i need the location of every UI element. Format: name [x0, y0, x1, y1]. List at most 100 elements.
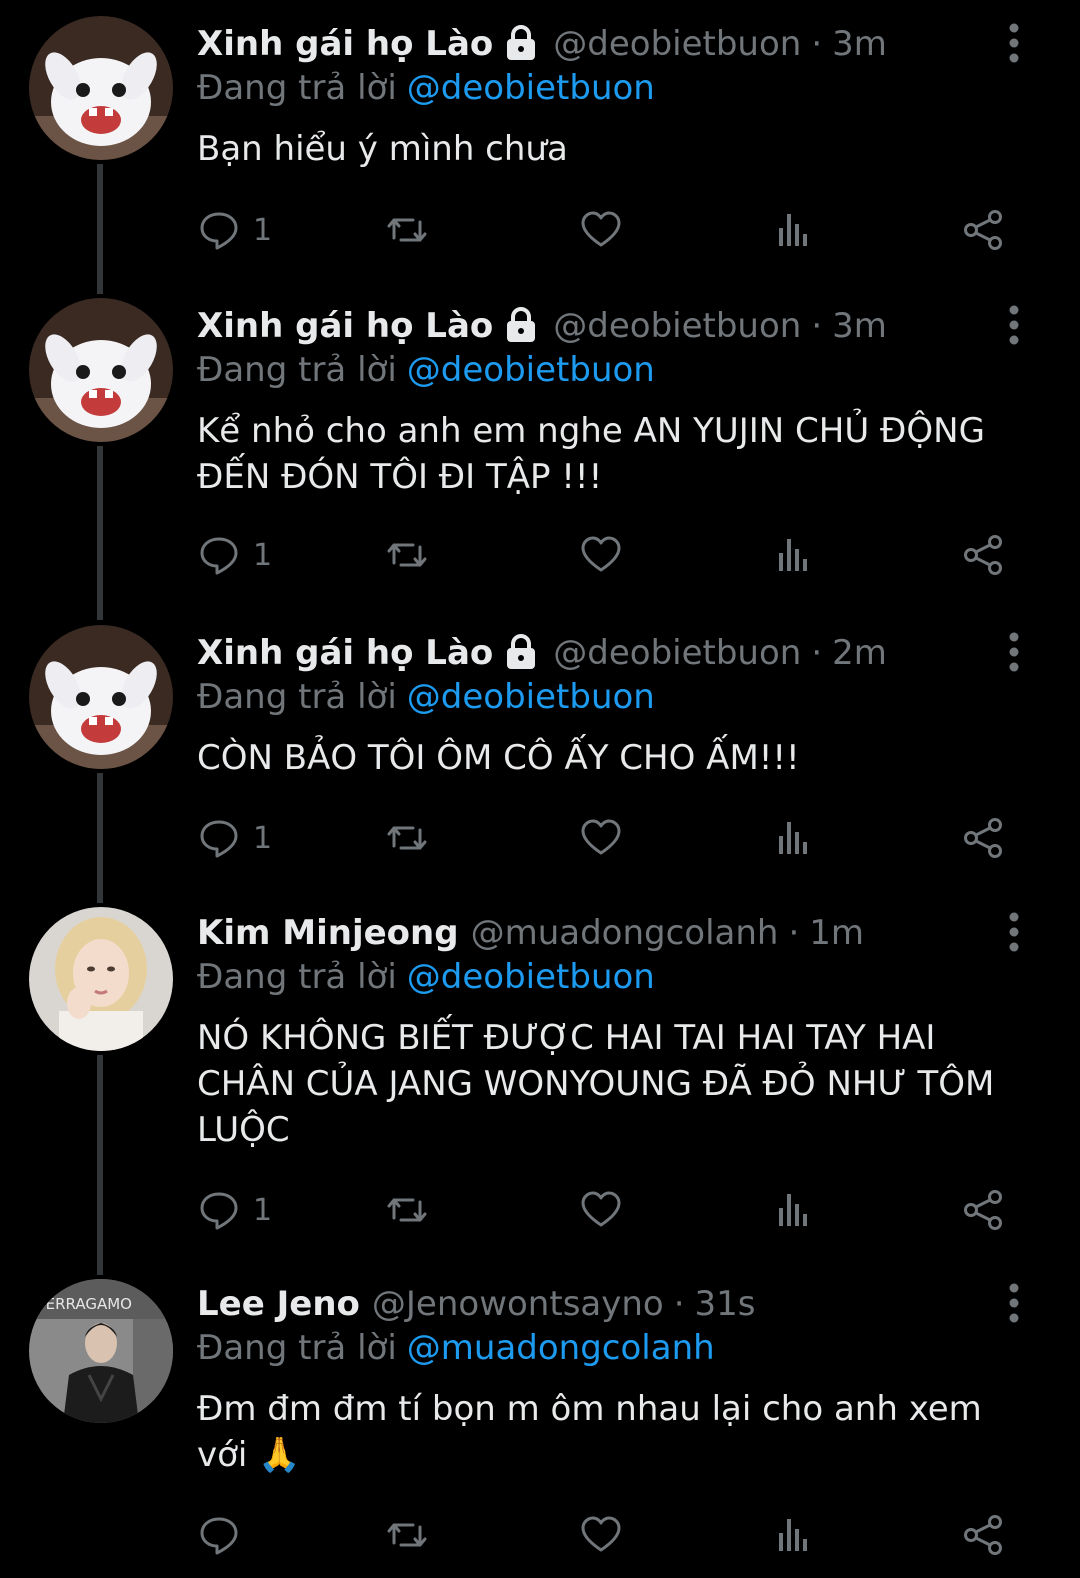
like-button[interactable] — [579, 202, 623, 258]
reply-count: 1 — [253, 820, 273, 856]
tweet-actions: 1 — [197, 810, 1017, 866]
views-button[interactable] — [771, 202, 815, 258]
share-button[interactable] — [961, 202, 1005, 258]
avatar[interactable] — [29, 907, 173, 1051]
separator-dot: · — [811, 633, 823, 673]
views-button[interactable] — [771, 1507, 815, 1563]
heart-icon — [581, 211, 621, 247]
tweet-text: CÒN BẢO TÔI ÔM CÔ ẤY CHO ẤM!!! — [197, 738, 800, 778]
reply-button[interactable]: 1 — [197, 810, 272, 866]
views-button[interactable] — [771, 1182, 815, 1238]
thread-connector — [97, 773, 103, 903]
share-button[interactable] — [961, 1182, 1005, 1238]
views-icon — [779, 539, 807, 571]
reply-button[interactable]: 1 — [197, 527, 272, 583]
heart-icon — [581, 819, 621, 855]
views-icon — [779, 1194, 807, 1226]
like-button[interactable] — [579, 810, 623, 866]
white-rabbit-avatar-image — [29, 625, 173, 769]
tweet-header: Xinh gái họ Lào @deobietbuon · 2m — [197, 627, 887, 679]
reply-to-handle[interactable]: @deobietbuon — [407, 677, 655, 717]
retweet-icon — [387, 218, 427, 242]
tweet-header: Kim Minjeong @muadongcolanh · 1m — [197, 907, 864, 959]
separator-dot: · — [788, 913, 800, 953]
replying-to: Đang trả lời @muadongcolanh — [197, 1328, 715, 1368]
retweet-button[interactable] — [385, 527, 429, 583]
tweet-text: Đm đm đm tí bọn m ôm nhau lại cho anh xe… — [197, 1389, 993, 1475]
separator-dot: · — [673, 1284, 685, 1324]
more-vertical-icon[interactable] — [998, 1278, 1030, 1330]
reply-count: 1 — [253, 1192, 273, 1228]
tweet-header: Xinh gái họ Lào @deobietbuon · 3m — [197, 300, 887, 352]
display-name[interactable]: Kim Minjeong — [197, 913, 459, 953]
retweet-icon — [387, 1523, 427, 1547]
reply-to-handle[interactable]: @muadongcolanh — [407, 1328, 715, 1368]
tweet-header: Xinh gái họ Lào @deobietbuon · 3m — [197, 18, 887, 70]
tweet-actions: 1 — [197, 527, 1017, 583]
white-rabbit-avatar-image — [29, 298, 173, 442]
separator-dot: · — [811, 306, 823, 346]
share-button[interactable] — [961, 1507, 1005, 1563]
views-button[interactable] — [771, 527, 815, 583]
reply-button[interactable]: 1 — [197, 1182, 272, 1238]
share-button[interactable] — [961, 527, 1005, 583]
display-name[interactable]: Lee Jeno — [197, 1284, 360, 1324]
thread-connector — [97, 164, 103, 294]
tweet-actions: 1 — [197, 1182, 1017, 1238]
heart-icon — [581, 1516, 621, 1552]
timestamp[interactable]: 31s — [695, 1284, 756, 1324]
thread-connector — [97, 1055, 103, 1275]
tweet-header: Lee Jeno @Jenowontsayno · 31s — [197, 1278, 756, 1330]
retweet-icon — [387, 826, 427, 850]
display-name[interactable]: Xinh gái họ Lào — [197, 633, 493, 673]
reply-to-handle[interactable]: @deobietbuon — [407, 68, 655, 108]
thread-connector — [97, 446, 103, 620]
user-handle[interactable]: @deobietbuon — [553, 24, 801, 64]
blonde-girl-avatar-image — [29, 907, 173, 1051]
tweet-text: Kể nhỏ cho anh em nghe AN YUJIN CHỦ ĐỘNG… — [197, 411, 996, 497]
views-icon — [779, 822, 807, 854]
reply-prefix: Đang trả lời — [197, 957, 397, 997]
reply-icon — [200, 537, 238, 575]
replying-to: Đang trả lời @deobietbuon — [197, 68, 655, 108]
views-button[interactable] — [771, 810, 815, 866]
display-name[interactable]: Xinh gái họ Lào — [197, 24, 493, 64]
reply-button[interactable]: 1 — [197, 202, 272, 258]
user-handle[interactable]: @deobietbuon — [553, 306, 801, 346]
reply-prefix: Đang trả lời — [197, 68, 397, 108]
reply-button[interactable] — [197, 1507, 253, 1563]
reply-icon — [200, 820, 238, 858]
retweet-button[interactable] — [385, 202, 429, 258]
like-button[interactable] — [579, 1507, 623, 1563]
timestamp[interactable]: 3m — [832, 24, 887, 64]
retweet-button[interactable] — [385, 810, 429, 866]
user-handle[interactable]: @deobietbuon — [553, 633, 801, 673]
reply-prefix: Đang trả lời — [197, 677, 397, 717]
retweet-button[interactable] — [385, 1507, 429, 1563]
avatar[interactable] — [29, 298, 173, 442]
like-button[interactable] — [579, 527, 623, 583]
more-vertical-icon[interactable] — [998, 907, 1030, 959]
more-vertical-icon[interactable] — [998, 627, 1030, 679]
like-button[interactable] — [579, 1182, 623, 1238]
reply-to-handle[interactable]: @deobietbuon — [407, 350, 655, 390]
reply-to-handle[interactable]: @deobietbuon — [407, 957, 655, 997]
retweet-button[interactable] — [385, 1182, 429, 1238]
heart-icon — [581, 536, 621, 572]
avatar[interactable]: FERRAGAMO — [29, 1279, 173, 1423]
ferragamo-man-avatar-image: FERRAGAMO — [29, 1279, 173, 1423]
share-button[interactable] — [961, 810, 1005, 866]
timestamp[interactable]: 2m — [832, 633, 887, 673]
views-icon — [779, 1519, 807, 1551]
avatar[interactable] — [29, 625, 173, 769]
more-vertical-icon[interactable] — [998, 300, 1030, 352]
timestamp[interactable]: 3m — [832, 306, 887, 346]
more-vertical-icon[interactable] — [998, 18, 1030, 70]
display-name[interactable]: Xinh gái họ Lào — [197, 306, 493, 346]
user-handle[interactable]: @Jenowontsayno — [372, 1284, 664, 1324]
timestamp[interactable]: 1m — [809, 913, 864, 953]
avatar[interactable] — [29, 16, 173, 160]
lock-icon — [501, 306, 541, 346]
user-handle[interactable]: @muadongcolanh — [471, 913, 779, 953]
reply-prefix: Đang trả lời — [197, 350, 397, 390]
